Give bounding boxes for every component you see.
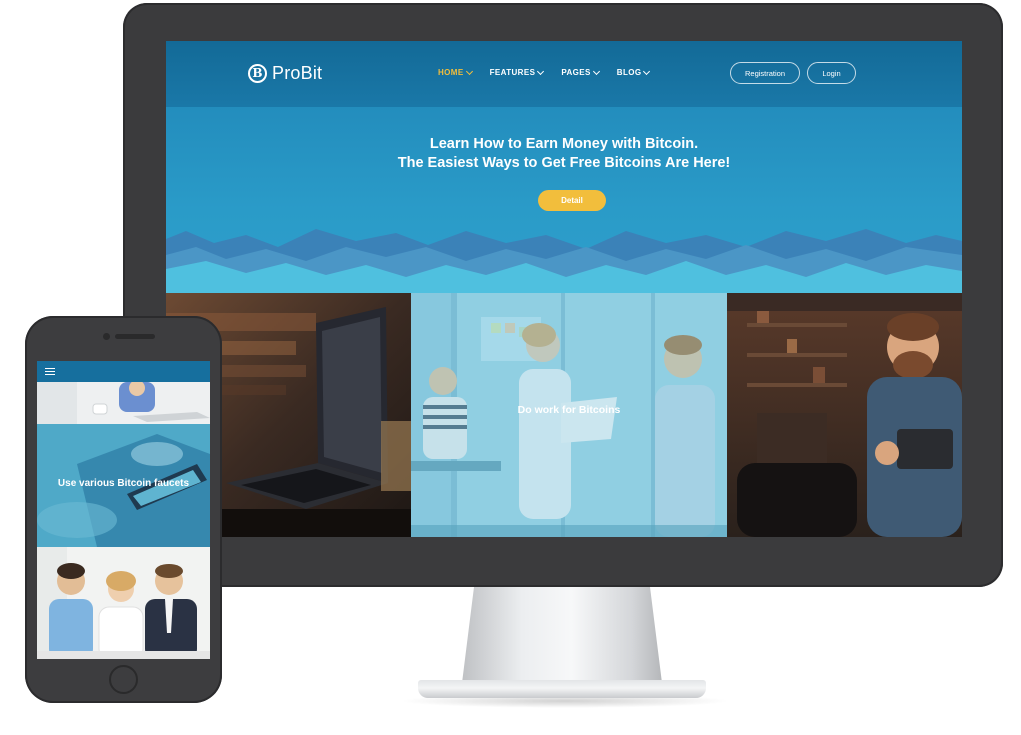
hero-headline: Learn How to Earn Money with Bitcoin. Th… — [166, 135, 962, 173]
registration-button[interactable]: Registration — [730, 62, 800, 84]
chevron-down-icon — [592, 67, 600, 75]
nav-item-label: HOME — [438, 68, 464, 77]
phone-navbar — [37, 361, 210, 382]
monitor-stand-base — [418, 680, 706, 698]
detail-button[interactable]: Detail — [538, 190, 606, 211]
nav-item-home[interactable]: HOME — [438, 67, 473, 77]
phone-screen: Use various Bitcoin faucets — [37, 361, 210, 659]
main-nav: HOME FEATURES PAGES BLOG — [438, 67, 667, 77]
chevron-down-icon — [643, 67, 651, 75]
nav-item-blog[interactable]: BLOG — [616, 67, 651, 77]
nav-item-label: PAGES — [561, 68, 591, 77]
nav-item-label: FEATURES — [489, 68, 536, 77]
hamburger-menu-icon[interactable] — [45, 368, 55, 376]
photo-tile-office[interactable]: Do work for Bitcoins — [411, 293, 727, 537]
phone-camera — [103, 333, 110, 340]
photo-tile-man-with-tablet[interactable] — [727, 293, 962, 537]
nav-item-features[interactable]: FEATURES — [489, 67, 545, 77]
phone-photo-laptop — [37, 382, 210, 424]
hero-headline-line-2: The Easiest Ways to Get Free Bitcoins Ar… — [397, 155, 731, 171]
login-button[interactable]: Login — [807, 62, 856, 84]
bitcoin-logo-icon: B — [248, 63, 267, 83]
hero-headline-line-1: Learn How to Earn Money with Bitcoin. — [429, 136, 699, 152]
phone-home-button[interactable] — [109, 665, 138, 694]
mountain-silhouette — [166, 229, 962, 293]
phone-caption: Use various Bitcoin faucets — [57, 478, 190, 489]
tile-caption: Do work for Bitcoins — [517, 404, 621, 416]
site-logo[interactable]: B ProBit — [248, 61, 322, 85]
phone-photo-team — [37, 547, 210, 659]
logo-text: ProBit — [272, 62, 323, 83]
hero-section: Learn How to Earn Money with Bitcoin. Th… — [166, 107, 962, 293]
chevron-down-icon — [465, 67, 473, 75]
monitor-screen: B ProBit HOME FEATURES PAGES BLOG Regist… — [166, 41, 962, 537]
nav-item-label: BLOG — [616, 68, 642, 77]
site-header: B ProBit HOME FEATURES PAGES BLOG Regist… — [166, 41, 962, 107]
chevron-down-icon — [537, 67, 545, 75]
phone-speaker — [115, 334, 155, 339]
nav-item-pages[interactable]: PAGES — [561, 67, 600, 77]
monitor-stand-neck — [462, 587, 662, 683]
